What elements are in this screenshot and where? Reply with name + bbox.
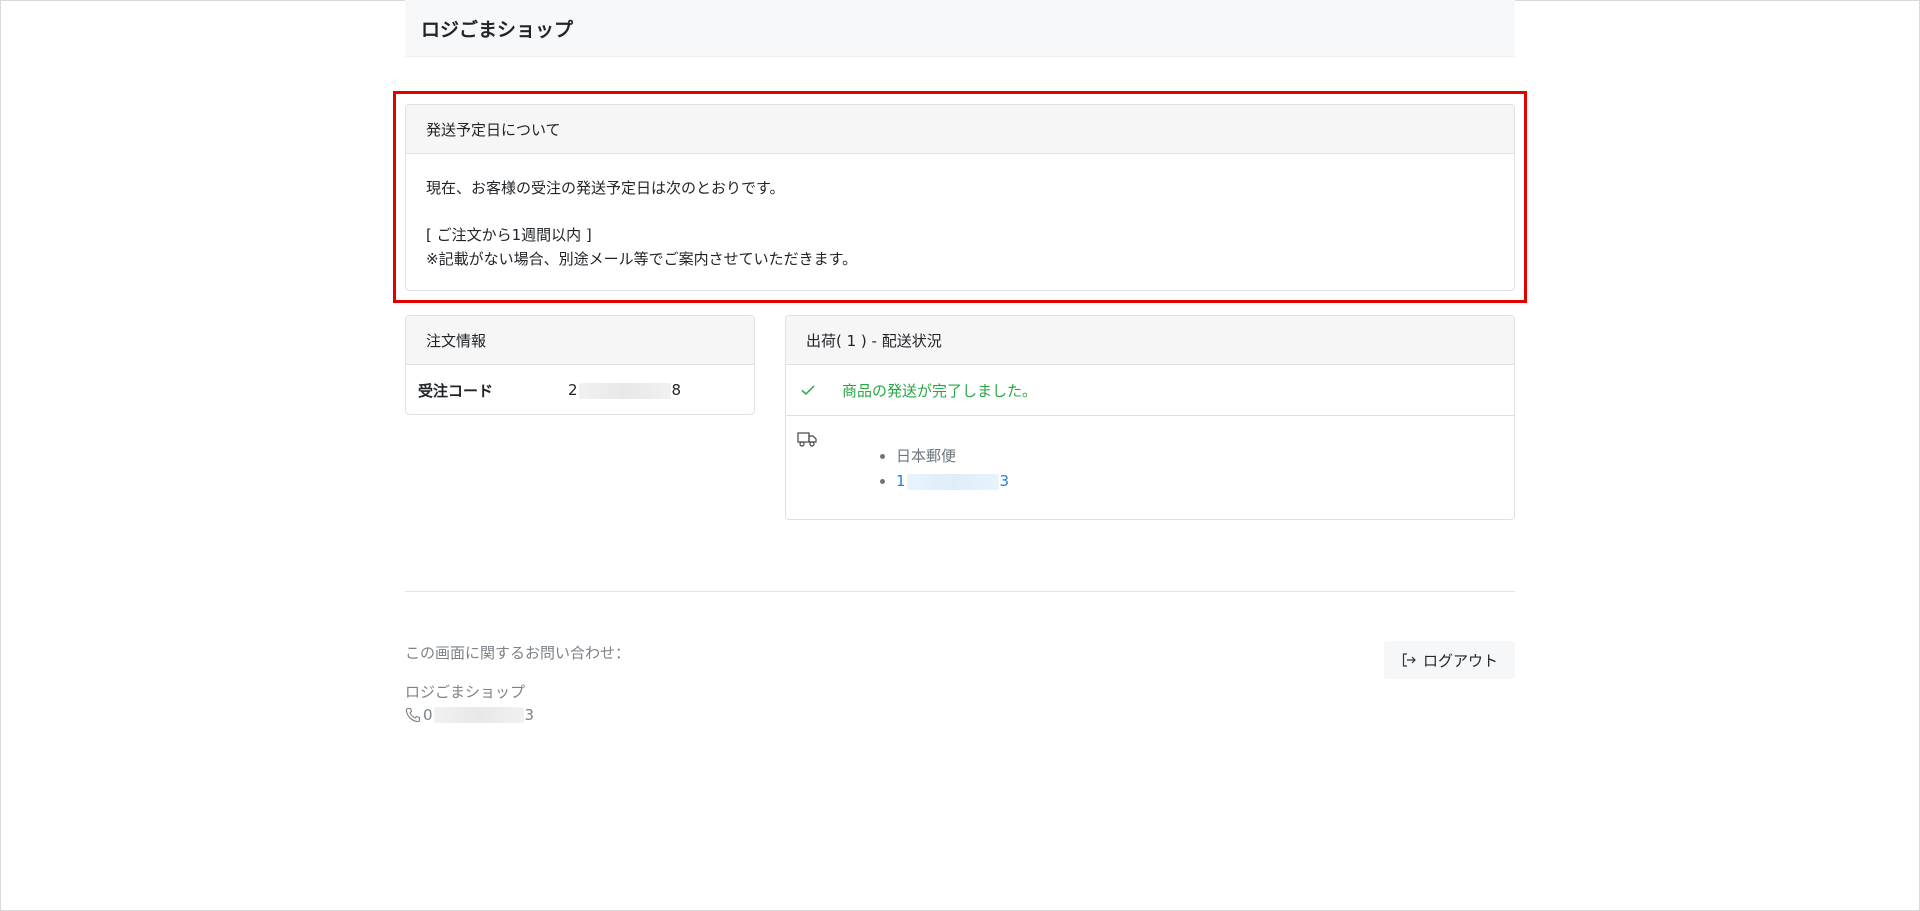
phone-icon xyxy=(405,707,421,723)
order-info-card: 注文情報 受注コード 28 xyxy=(405,315,755,415)
footer-divider xyxy=(405,591,1515,592)
shipment-details: 日本郵便 13 xyxy=(786,416,1514,508)
shipment-status-header: 出荷( 1 ) - 配送状況 xyxy=(786,316,1514,365)
order-code-label: 受注コード xyxy=(418,381,494,400)
shipping-schedule-header: 発送予定日について xyxy=(406,105,1514,154)
tracking-number-link[interactable]: 13 xyxy=(896,469,1502,494)
shipment-status-card: 出荷( 1 ) - 配送状況 商品の発送が完了しました。 日本郵便 13 xyxy=(785,315,1515,520)
logout-label: ログアウト xyxy=(1422,652,1498,670)
shipping-schedule-card: 発送予定日について 現在、お客様の受注の発送予定日は次のとおりです。 [ ご注文… xyxy=(405,104,1515,291)
shop-header: ロジごまショップ xyxy=(405,0,1515,57)
contact-shop-name: ロジごまショップ xyxy=(405,683,526,701)
masked-value xyxy=(433,707,524,723)
logout-icon xyxy=(1402,653,1416,667)
shipment-info-list: 日本郵便 13 xyxy=(798,444,1502,494)
notice-line-3: ※記載がない場合、別途メール等でご案内させていただきます。 xyxy=(426,250,858,268)
contact-phone: 03 xyxy=(405,706,534,724)
masked-value xyxy=(906,473,999,490)
shipment-status-text: 商品の発送が完了しました。 xyxy=(842,381,1038,400)
shipping-schedule-body: 現在、お客様の受注の発送予定日は次のとおりです。 [ ご注文から1週間以内 ] … xyxy=(406,154,1514,293)
order-code-row: 受注コード 28 xyxy=(406,365,754,415)
carrier-name: 日本郵便 xyxy=(896,444,1502,469)
check-icon xyxy=(801,385,815,396)
notice-line-2: [ ご注文から1週間以内 ] xyxy=(426,226,592,244)
contact-title: この画面に関するお問い合わせ： xyxy=(405,644,631,662)
order-code-value: 28 xyxy=(568,381,682,399)
notice-line-1: 現在、お客様の受注の発送予定日は次のとおりです。 xyxy=(426,179,785,197)
shop-title: ロジごまショップ xyxy=(421,19,574,41)
masked-value xyxy=(578,382,671,399)
logout-button[interactable]: ログアウト xyxy=(1384,641,1515,679)
shipment-status-row: 商品の発送が完了しました。 xyxy=(786,365,1514,416)
order-info-header: 注文情報 xyxy=(406,316,754,365)
truck-icon xyxy=(797,432,817,447)
